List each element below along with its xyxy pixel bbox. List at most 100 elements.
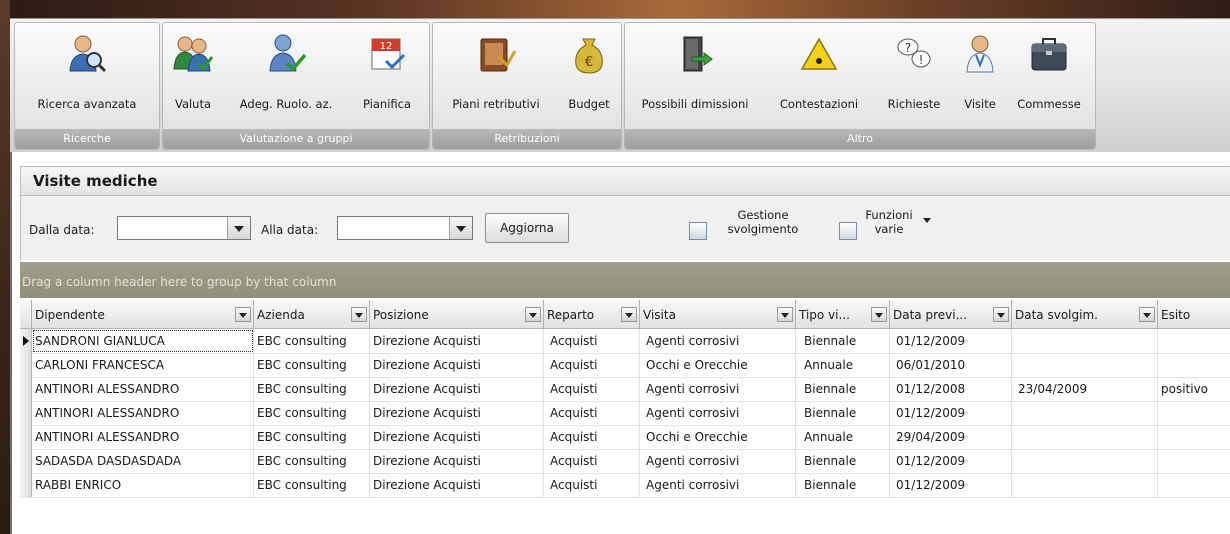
table-row[interactable]: ANTINORI ALESSANDRO EBC consulting Direz… bbox=[20, 425, 1230, 450]
cell-tipo-visita[interactable]: Biennale bbox=[796, 377, 890, 401]
filter-dropdown-icon[interactable] bbox=[621, 307, 637, 322]
cell-posizione[interactable]: Direzione Acquisti bbox=[370, 401, 544, 425]
cell-tipo-visita[interactable]: Biennale bbox=[796, 401, 890, 425]
valuta-button[interactable]: Valuta bbox=[167, 29, 219, 125]
cell-posizione[interactable]: Direzione Acquisti bbox=[370, 449, 544, 473]
cell-data-prevista[interactable]: 01/12/2009 bbox=[890, 401, 1012, 425]
cell-data-svolgimento[interactable] bbox=[1012, 425, 1158, 449]
funzioni-varie-button[interactable]: Funzioni varie bbox=[835, 208, 955, 248]
cell-esito[interactable] bbox=[1158, 401, 1230, 425]
filter-dropdown-icon[interactable] bbox=[351, 307, 367, 322]
row-selector[interactable] bbox=[20, 449, 32, 473]
cell-reparto[interactable]: Acquisti bbox=[544, 377, 640, 401]
filter-dropdown-icon[interactable] bbox=[777, 307, 793, 322]
cell-esito[interactable] bbox=[1158, 473, 1230, 497]
visite-button[interactable]: Visite bbox=[955, 29, 1005, 125]
column-header-reparto[interactable]: Reparto bbox=[544, 300, 640, 328]
cell-data-svolgimento[interactable] bbox=[1012, 329, 1158, 353]
cell-visita[interactable]: Agenti corrosivi bbox=[640, 377, 796, 401]
row-selector-icon[interactable] bbox=[20, 329, 32, 353]
ricerca-avanzata-button[interactable]: Ricerca avanzata bbox=[19, 29, 155, 125]
row-selector[interactable] bbox=[20, 473, 32, 497]
filter-dropdown-icon[interactable] bbox=[1139, 307, 1155, 322]
cell-visita[interactable]: Occhi e Orecchie bbox=[640, 425, 796, 449]
piani-retributivi-button[interactable]: Piani retributivi bbox=[437, 29, 555, 125]
cell-esito[interactable] bbox=[1158, 353, 1230, 377]
cell-reparto[interactable]: Acquisti bbox=[544, 449, 640, 473]
table-row[interactable]: ANTINORI ALESSANDRO EBC consulting Direz… bbox=[20, 377, 1230, 402]
cell-reparto[interactable]: Acquisti bbox=[544, 401, 640, 425]
cell-azienda[interactable]: EBC consulting bbox=[254, 449, 370, 473]
cell-data-svolgimento[interactable] bbox=[1012, 449, 1158, 473]
column-header-tipo-visita[interactable]: Tipo vi... bbox=[796, 300, 890, 328]
table-row[interactable]: SANDRONI GIANLUCA EBC consulting Direzio… bbox=[20, 329, 1230, 354]
filter-dropdown-icon[interactable] bbox=[871, 307, 887, 322]
contestazioni-button[interactable]: Contestazioni bbox=[765, 29, 873, 125]
cell-esito[interactable] bbox=[1158, 449, 1230, 473]
cell-data-prevista[interactable]: 06/01/2010 bbox=[890, 353, 1012, 377]
cell-tipo-visita[interactable]: Annuale bbox=[796, 425, 890, 449]
aggiorna-button[interactable]: Aggiorna bbox=[485, 213, 569, 243]
table-row[interactable]: RABBI ENRICO EBC consulting Direzione Ac… bbox=[20, 473, 1230, 498]
budget-button[interactable]: € Budget bbox=[561, 29, 617, 125]
cell-data-svolgimento[interactable]: 23/04/2009 bbox=[1012, 377, 1158, 401]
cell-dipendente[interactable]: ANTINORI ALESSANDRO bbox=[32, 377, 254, 401]
from-date-combo[interactable] bbox=[117, 216, 251, 240]
cell-azienda[interactable]: EBC consulting bbox=[254, 353, 370, 377]
cell-tipo-visita[interactable]: Biennale bbox=[796, 473, 890, 497]
to-date-combo[interactable] bbox=[337, 216, 473, 240]
cell-reparto[interactable]: Acquisti bbox=[544, 425, 640, 449]
cell-azienda[interactable]: EBC consulting bbox=[254, 473, 370, 497]
cell-dipendente[interactable]: SANDRONI GIANLUCA bbox=[32, 329, 254, 353]
cell-reparto[interactable]: Acquisti bbox=[544, 473, 640, 497]
cell-data-prevista[interactable]: 01/12/2009 bbox=[890, 473, 1012, 497]
cell-visita[interactable]: Occhi e Orecchie bbox=[640, 353, 796, 377]
commesse-button[interactable]: Commesse bbox=[1009, 29, 1089, 125]
filter-dropdown-icon[interactable] bbox=[525, 307, 541, 322]
cell-posizione[interactable]: Direzione Acquisti bbox=[370, 425, 544, 449]
cell-data-svolgimento[interactable] bbox=[1012, 401, 1158, 425]
cell-esito[interactable]: positivo bbox=[1158, 377, 1230, 401]
row-selector[interactable] bbox=[20, 401, 32, 425]
cell-dipendente[interactable]: ANTINORI ALESSANDRO bbox=[32, 425, 254, 449]
richieste-button[interactable]: ? ! Richieste bbox=[877, 29, 951, 125]
cell-dipendente[interactable]: SADASDA DASDASDADA bbox=[32, 449, 254, 473]
cell-reparto[interactable]: Acquisti bbox=[544, 329, 640, 353]
cell-visita[interactable]: Agenti corrosivi bbox=[640, 329, 796, 353]
cell-azienda[interactable]: EBC consulting bbox=[254, 329, 370, 353]
column-header-azienda[interactable]: Azienda bbox=[254, 300, 370, 328]
cell-posizione[interactable]: Direzione Acquisti bbox=[370, 377, 544, 401]
gestione-svolgimento-button[interactable]: Gestione svolgimento bbox=[687, 208, 815, 248]
cell-dipendente[interactable]: RABBI ENRICO bbox=[32, 473, 254, 497]
row-selector[interactable] bbox=[20, 353, 32, 377]
cell-posizione[interactable]: Direzione Acquisti bbox=[370, 473, 544, 497]
table-row[interactable]: ANTINORI ALESSANDRO EBC consulting Direz… bbox=[20, 401, 1230, 426]
column-header-posizione[interactable]: Posizione bbox=[370, 300, 544, 328]
cell-reparto[interactable]: Acquisti bbox=[544, 353, 640, 377]
filter-dropdown-icon[interactable] bbox=[235, 307, 251, 322]
cell-data-svolgimento[interactable] bbox=[1012, 353, 1158, 377]
cell-visita[interactable]: Agenti corrosivi bbox=[640, 401, 796, 425]
cell-dipendente[interactable]: CARLONI FRANCESCA bbox=[32, 353, 254, 377]
filter-dropdown-icon[interactable] bbox=[993, 307, 1009, 322]
cell-azienda[interactable]: EBC consulting bbox=[254, 377, 370, 401]
cell-data-prevista[interactable]: 01/12/2009 bbox=[890, 329, 1012, 353]
cell-tipo-visita[interactable]: Annuale bbox=[796, 353, 890, 377]
row-selector[interactable] bbox=[20, 425, 32, 449]
cell-tipo-visita[interactable]: Biennale bbox=[796, 329, 890, 353]
table-row[interactable]: SADASDA DASDASDADA EBC consulting Direzi… bbox=[20, 449, 1230, 474]
cell-data-svolgimento[interactable] bbox=[1012, 473, 1158, 497]
cell-esito[interactable] bbox=[1158, 425, 1230, 449]
cell-visita[interactable]: Agenti corrosivi bbox=[640, 449, 796, 473]
pianifica-button[interactable]: 12 Pianifica bbox=[351, 29, 423, 125]
group-by-area[interactable]: Drag a column header here to group by th… bbox=[20, 262, 1230, 298]
column-header-data-svolgimento[interactable]: Data svolgim. bbox=[1012, 300, 1158, 328]
cell-data-prevista[interactable]: 29/04/2009 bbox=[890, 425, 1012, 449]
cell-tipo-visita[interactable]: Biennale bbox=[796, 449, 890, 473]
cell-dipendente[interactable]: ANTINORI ALESSANDRO bbox=[32, 401, 254, 425]
possibili-dimissioni-button[interactable]: Possibili dimissioni bbox=[629, 29, 761, 125]
column-header-data-prevista[interactable]: Data previ... bbox=[890, 300, 1012, 328]
cell-data-prevista[interactable]: 01/12/2008 bbox=[890, 377, 1012, 401]
row-selector[interactable] bbox=[20, 377, 32, 401]
cell-posizione[interactable]: Direzione Acquisti bbox=[370, 329, 544, 353]
